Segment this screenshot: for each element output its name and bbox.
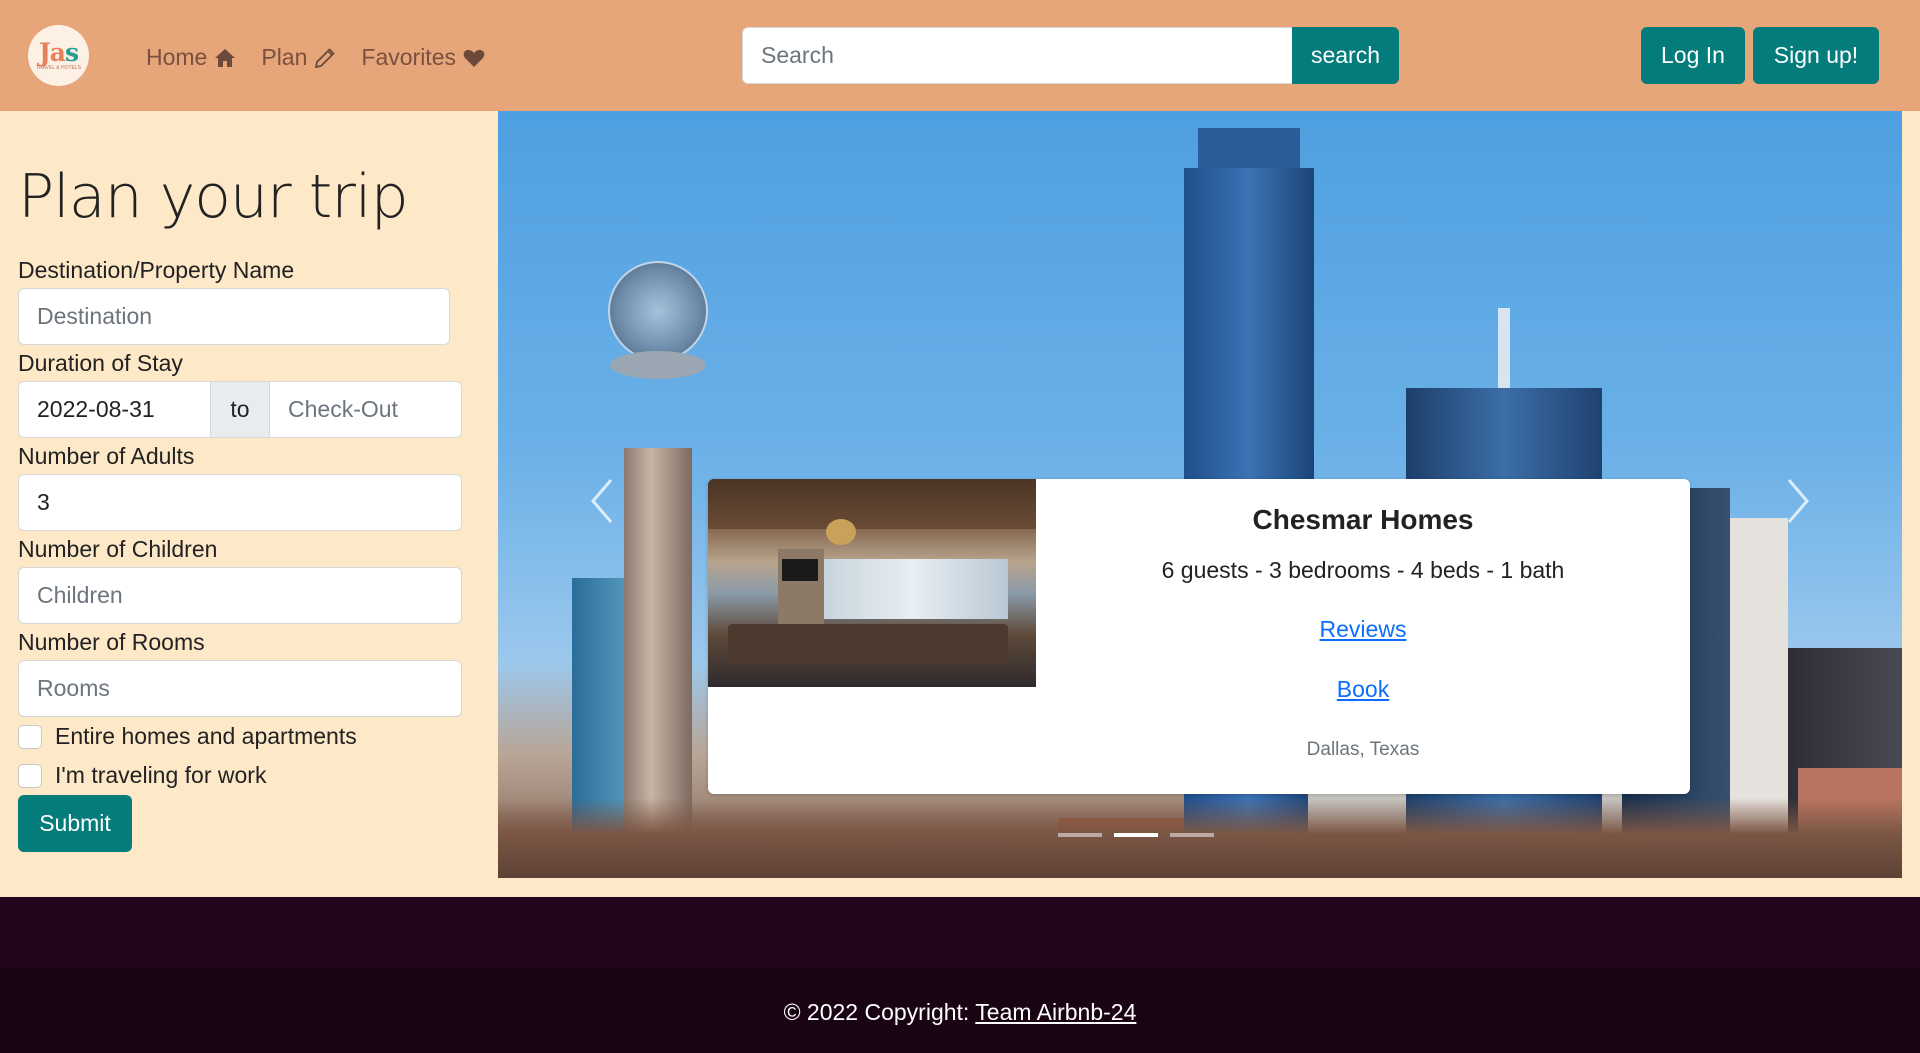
nav-home-label: Home (146, 44, 208, 70)
building (1498, 308, 1510, 388)
listing-image (708, 479, 1036, 687)
search-input[interactable] (742, 27, 1292, 84)
work-travel-option: I'm traveling for work (18, 762, 266, 789)
book-link[interactable]: Book (1036, 676, 1690, 703)
logo-subtitle: TRAVEL & HOTELS (35, 64, 81, 71)
rooms-label: Number of Rooms (18, 629, 205, 655)
entire-homes-label: Entire homes and apartments (55, 723, 357, 749)
work-travel-label: I'm traveling for work (55, 762, 267, 788)
duration-label: Duration of Stay (18, 350, 183, 376)
date-range: to (18, 381, 462, 438)
listing-carousel: Chesmar Homes 6 guests - 3 bedrooms - 4 … (498, 111, 1920, 897)
listing-title: Chesmar Homes (1252, 504, 1474, 535)
carousel-next-button[interactable] (1778, 471, 1818, 531)
nav-favorites-label: Favorites (361, 44, 456, 70)
chevron-right-icon (1787, 479, 1809, 523)
listing-location: Dallas, Texas (1306, 739, 1420, 760)
trees (498, 798, 1902, 878)
listing-card: Chesmar Homes 6 guests - 3 bedrooms - 4 … (708, 479, 1690, 794)
search-form: search (742, 27, 1399, 84)
entire-homes-checkbox[interactable] (18, 724, 42, 749)
checkout-input[interactable] (269, 381, 462, 438)
nav-links: Home Plan Favorites (146, 44, 486, 71)
children-label: Number of Children (18, 536, 218, 562)
page-title: Plan your trip (18, 162, 409, 232)
carousel-indicator[interactable] (1170, 833, 1214, 837)
adults-label: Number of Adults (18, 443, 195, 469)
footer (0, 897, 1920, 968)
building (1198, 128, 1300, 168)
submit-button[interactable]: Submit (18, 795, 132, 852)
date-to-label: to (211, 381, 269, 438)
brand-logo[interactable]: Jas TRAVEL & HOTELS (28, 25, 89, 86)
nav-home[interactable]: Home (146, 44, 237, 71)
login-button[interactable]: Log In (1641, 27, 1745, 84)
checkin-input[interactable] (18, 381, 211, 438)
reviews-link[interactable]: Reviews (1036, 616, 1690, 643)
rooms-input[interactable] (18, 660, 462, 717)
carousel-indicator[interactable] (1058, 833, 1102, 837)
nav-plan-label: Plan (261, 44, 308, 70)
building (608, 261, 708, 361)
children-input[interactable] (18, 567, 462, 624)
heart-icon (463, 49, 485, 67)
copyright-text: © 2022 Copyright: (783, 999, 976, 1025)
nav-plan[interactable]: Plan (261, 44, 337, 71)
carousel-indicator[interactable] (1114, 833, 1158, 837)
copyright: © 2022 Copyright: Team Airbnb-24 (0, 999, 1920, 1026)
adults-input[interactable] (18, 474, 462, 531)
signup-button[interactable]: Sign up! (1753, 27, 1879, 84)
home-icon (215, 48, 236, 67)
logo-text: Jas (38, 37, 79, 67)
navbar: Jas TRAVEL & HOTELS Home Plan Favorites … (0, 0, 1920, 111)
chevron-left-icon (591, 479, 613, 523)
carousel-prev-button[interactable] (582, 471, 622, 531)
entire-homes-option: Entire homes and apartments (18, 723, 357, 750)
pencil-icon (315, 47, 336, 68)
carousel-indicators (1058, 833, 1214, 837)
nav-favorites[interactable]: Favorites (361, 44, 486, 71)
destination-label: Destination/Property Name (18, 257, 295, 283)
building (610, 351, 706, 379)
listing-details: 6 guests - 3 bedrooms - 4 beds - 1 bath (1161, 557, 1565, 583)
team-link[interactable]: Team Airbnb-24 (975, 999, 1136, 1025)
destination-input[interactable] (18, 288, 450, 345)
work-travel-checkbox[interactable] (18, 763, 42, 788)
search-button[interactable]: search (1292, 27, 1399, 84)
listing-card-body: Chesmar Homes 6 guests - 3 bedrooms - 4 … (1036, 479, 1690, 794)
